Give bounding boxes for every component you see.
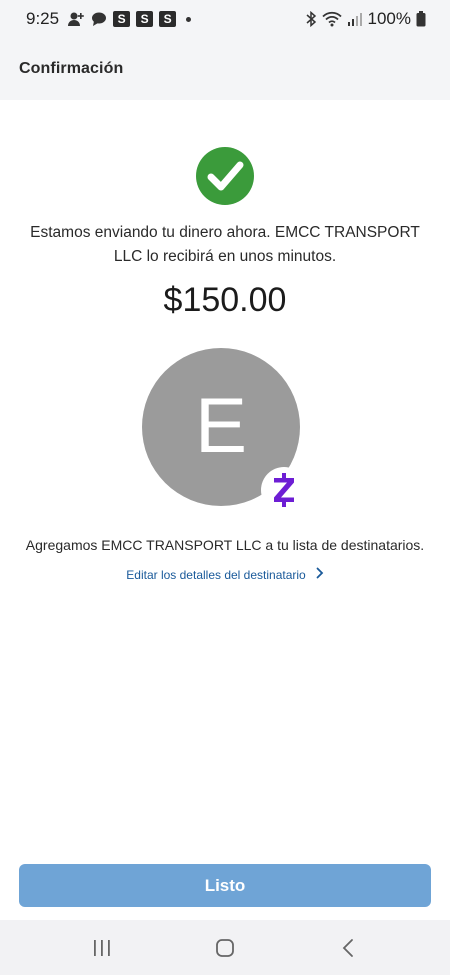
wifi-icon	[321, 11, 342, 27]
notification-badge: S	[136, 11, 154, 27]
chevron-right-icon	[316, 566, 324, 584]
chat-icon	[91, 12, 107, 27]
notification-badge: S	[113, 11, 131, 27]
recent-apps-icon[interactable]	[82, 928, 122, 968]
home-icon[interactable]	[205, 928, 245, 968]
zelle-logo-icon	[261, 467, 307, 513]
confirmation-message: Estamos enviando tu dinero ahora. EMCC T…	[30, 224, 420, 265]
signal-icon	[347, 12, 363, 26]
edit-recipient-link[interactable]: Editar los detalles del destinatario	[0, 566, 450, 584]
amount: $150.00	[163, 281, 287, 319]
bluetooth-icon	[305, 11, 317, 27]
person-plus-icon	[67, 11, 85, 27]
status-time: 9:25	[26, 9, 60, 28]
avatar-letter: E	[194, 381, 248, 469]
system-nav-bar	[0, 920, 450, 975]
notification-badge: S	[159, 11, 177, 27]
done-button[interactable]: Listo	[19, 864, 431, 907]
more-notifications-dot	[186, 16, 192, 22]
status-right: 100%	[305, 9, 426, 29]
status-bar: 9:25 S S S 100%	[0, 0, 450, 38]
recipient-added-text: Agregamos EMCC TRANSPORT LLC a tu lista …	[25, 537, 425, 553]
header: Confirmación	[0, 38, 450, 100]
back-icon[interactable]	[328, 928, 368, 968]
battery-icon	[416, 11, 426, 27]
battery-percent: 100%	[367, 9, 411, 28]
edit-recipient-label: Editar los detalles del destinatario	[126, 568, 306, 582]
page-title: Confirmación	[19, 60, 124, 77]
status-left: 9:25 S S S	[26, 9, 192, 29]
success-check-icon	[196, 147, 254, 205]
